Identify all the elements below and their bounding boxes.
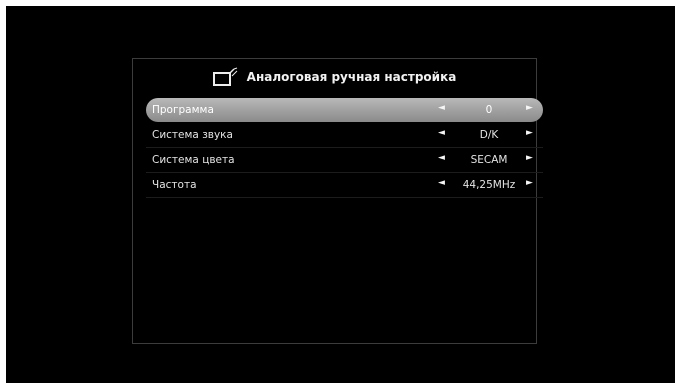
row-label: Система звука bbox=[152, 129, 233, 141]
arrow-right-icon[interactable]: ► bbox=[526, 103, 533, 113]
arrow-right-icon[interactable]: ► bbox=[526, 153, 533, 163]
row-value: 0 bbox=[485, 104, 493, 116]
arrow-left-icon[interactable]: ◄ bbox=[438, 178, 445, 188]
arrow-right-icon[interactable]: ► bbox=[526, 178, 533, 188]
row-label: Система цвета bbox=[152, 154, 235, 166]
row-sound-system[interactable]: Система звука ◄ D/K ► bbox=[146, 123, 543, 148]
manual-tuning-panel: Аналоговая ручная настройка Программа ◄ … bbox=[132, 58, 543, 344]
arrow-left-icon[interactable]: ◄ bbox=[438, 153, 445, 163]
tv-screen: Аналоговая ручная настройка Программа ◄ … bbox=[6, 6, 675, 383]
row-program[interactable]: Программа ◄ 0 ► bbox=[146, 98, 543, 122]
row-label: Программа bbox=[152, 104, 214, 116]
arrow-left-icon[interactable]: ◄ bbox=[438, 128, 445, 138]
row-frequency[interactable]: Частота ◄ 44,25MHz ► bbox=[146, 173, 543, 198]
row-value: D/K bbox=[479, 129, 499, 141]
panel-header: Аналоговая ручная настройка bbox=[133, 67, 536, 87]
page-title: Аналоговая ручная настройка bbox=[246, 70, 457, 84]
row-value: SECAM bbox=[470, 154, 508, 166]
row-divider bbox=[146, 197, 543, 198]
row-label: Частота bbox=[152, 179, 197, 191]
arrow-left-icon[interactable]: ◄ bbox=[438, 103, 445, 113]
row-value: 44,25MHz bbox=[462, 179, 516, 191]
settings-list: Программа ◄ 0 ► Система звука ◄ D/K ► Си… bbox=[146, 98, 543, 198]
row-color-system[interactable]: Система цвета ◄ SECAM ► bbox=[146, 148, 543, 173]
tv-antenna-icon bbox=[212, 67, 238, 86]
arrow-right-icon[interactable]: ► bbox=[526, 128, 533, 138]
